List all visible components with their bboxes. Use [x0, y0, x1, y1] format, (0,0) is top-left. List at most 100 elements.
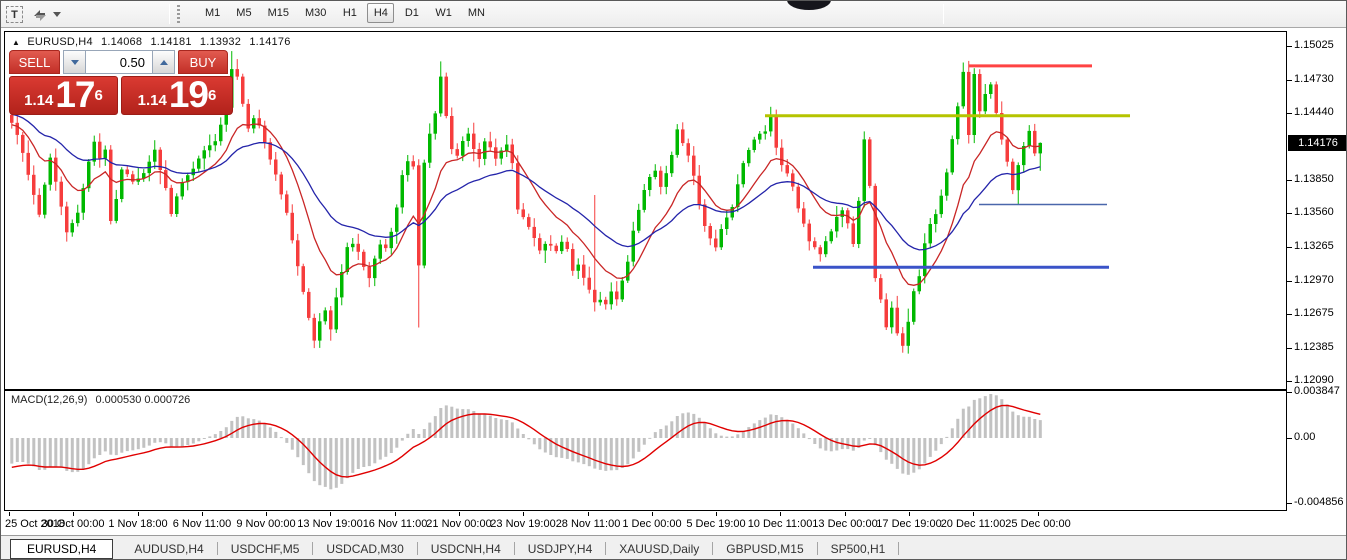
- timeframe-button-w1[interactable]: W1: [429, 3, 458, 23]
- top-toolbar: T M1 M5 M15 M30 H1 H4 D1 W1 MN: [1, 1, 1346, 28]
- macd-values: 0.000530 0.000726: [95, 394, 191, 406]
- one-click-trade-widget: SELL BUY 1.14 17 6 1.14 19 6: [9, 50, 233, 115]
- price-axis-label: 1.12675: [1294, 307, 1334, 320]
- chart-tab-usdcad[interactable]: USDCAD,M30: [313, 539, 416, 559]
- price-axis-label: 1.14440: [1294, 105, 1334, 118]
- down-arrow-icon: [70, 59, 79, 65]
- up-arrow-icon: [159, 59, 168, 65]
- sell-price-point: 6: [94, 87, 103, 104]
- price-axis-tick: [1287, 80, 1292, 81]
- macd-name: MACD(12,26,9): [11, 394, 88, 406]
- timeframe-buttons: M1 M5 M15 M30 H1 H4 D1 W1 MN: [199, 3, 491, 23]
- price-axis-label: 1.13265: [1294, 239, 1334, 252]
- timeframe-button-m30[interactable]: M30: [299, 3, 332, 23]
- timeframe-button-m15[interactable]: M15: [262, 3, 295, 23]
- time-axis-tick: [1038, 512, 1039, 516]
- price-axis-tick: [1287, 314, 1292, 315]
- buy-button[interactable]: BUY: [178, 50, 228, 74]
- price-axis-tick: [1287, 281, 1292, 282]
- time-axis-tick: [395, 512, 396, 516]
- timeframe-button-h4[interactable]: H4: [367, 3, 395, 23]
- timeframe-button-m5[interactable]: M5: [230, 3, 257, 23]
- ohlc-low: 1.13932: [199, 36, 242, 48]
- timeframe-button-h1[interactable]: H1: [336, 3, 363, 23]
- sell-price-prefix: 1.14: [24, 92, 54, 109]
- time-axis-tick: [652, 512, 653, 516]
- macd-histogram: [10, 394, 1042, 490]
- screen-blob: [787, 1, 831, 10]
- macd-axis-label: 0.00: [1294, 431, 1316, 443]
- volume-input[interactable]: [85, 50, 153, 74]
- price-axis-tick: [1287, 213, 1292, 214]
- chart-tab-audusd[interactable]: AUDUSD,H4: [121, 539, 216, 559]
- time-axis-tick: [266, 512, 267, 516]
- price-axis-tick: [1287, 247, 1292, 248]
- price-axis-label: 1.12970: [1294, 273, 1334, 286]
- time-axis-tick: [523, 512, 524, 516]
- price-axis-label: 1.12385: [1294, 340, 1334, 353]
- dropdown-caret-icon[interactable]: [53, 12, 61, 17]
- collapse-panel-icon[interactable]: ▲: [12, 38, 20, 47]
- time-axis[interactable]: 25 Oct 2018 30 Oct 00:00 1 Nov 18:00 6 Nov …: [4, 512, 1287, 534]
- price-axis-label: 1.13850: [1294, 173, 1334, 186]
- time-axis-tick: [845, 512, 846, 516]
- price-axis-tick: [1287, 180, 1292, 181]
- sell-button[interactable]: SELL: [9, 50, 60, 74]
- timeframe-button-m1[interactable]: M1: [199, 3, 226, 23]
- text-tool-icon[interactable]: T: [6, 6, 23, 23]
- trade-buttons-row: SELL BUY: [9, 50, 233, 74]
- macd-panel[interactable]: MACD(12,26,9) 0.000530 0.000726: [4, 390, 1287, 511]
- terminal-window: T M1 M5 M15 M30 H1 H4 D1 W1 MN ▲ EURUSD,H4 1.140…: [0, 0, 1347, 560]
- chart-tab-usdchf[interactable]: USDCHF,M5: [218, 539, 313, 559]
- time-axis-tick: [973, 512, 974, 516]
- chart-title: ▲ EURUSD,H4 1.14068 1.14181 1.13932 1.14…: [12, 36, 296, 48]
- price-chart-panel[interactable]: ▲ EURUSD,H4 1.14068 1.14181 1.13932 1.14…: [4, 31, 1287, 390]
- time-axis-tick: [716, 512, 717, 516]
- buy-price-pips: 19: [168, 74, 209, 115]
- ohlc-open: 1.14068: [101, 36, 143, 48]
- time-axis-tick: [9, 512, 10, 516]
- ohlc-close: 1.14176: [249, 36, 291, 48]
- timeframe-button-d1[interactable]: D1: [398, 3, 425, 23]
- macd-axis-label: -0.004856: [1294, 496, 1344, 508]
- macd-title: MACD(12,26,9) 0.000530 0.000726: [11, 394, 195, 406]
- time-axis-tick: [459, 512, 460, 516]
- chart-tab-usdcnh[interactable]: USDCNH,H4: [418, 539, 514, 559]
- buy-price-prefix: 1.14: [137, 92, 167, 109]
- sell-price-panel[interactable]: 1.14 17 6: [9, 76, 118, 115]
- timeframe-button-mn[interactable]: MN: [462, 3, 491, 23]
- chart-tab-sp500[interactable]: SP500,H1: [818, 539, 899, 559]
- price-axis-tick: [1287, 46, 1292, 47]
- time-axis-tick: [588, 512, 589, 516]
- volume-decrease-button[interactable]: [63, 50, 85, 74]
- time-axis-tick: [202, 512, 203, 516]
- macd-axis-label: 0.003847: [1294, 385, 1340, 397]
- tab-separator: [898, 542, 900, 555]
- macd-chart[interactable]: [5, 391, 1286, 510]
- price-axis-label: 1.15025: [1294, 38, 1334, 51]
- time-axis-tick: [138, 512, 139, 516]
- toolbar-separator: [169, 4, 170, 24]
- chart-tab-eurusd[interactable]: EURUSD,H4: [10, 538, 114, 559]
- toolbar-separator-2: [943, 4, 944, 24]
- time-axis-label: 25 Dec 00:00: [1005, 518, 1071, 530]
- chart-tab-xauusd[interactable]: XAUUSD,Daily: [606, 539, 712, 559]
- macd-axis-tick: [1287, 438, 1292, 439]
- time-axis-tick: [909, 512, 910, 516]
- buy-price-point: 6: [208, 87, 217, 104]
- chart-symbol-period: EURUSD,H4: [27, 36, 93, 48]
- current-price-tag: 1.14176: [1288, 134, 1346, 151]
- price-axis-label: 1.13560: [1294, 206, 1334, 219]
- macd-axis-tick: [1287, 503, 1292, 504]
- time-axis-tick: [73, 512, 74, 516]
- time-axis-tick: [330, 512, 331, 516]
- toolbar-grip[interactable]: [177, 5, 180, 23]
- price-axis-tick: [1287, 348, 1292, 349]
- buy-price-panel[interactable]: 1.14 19 6: [121, 76, 233, 115]
- chart-tab-usdjpy[interactable]: USDJPY,H4: [515, 539, 605, 559]
- time-axis-tick: [780, 512, 781, 516]
- chart-tabs-bar: EURUSD,H4 AUDUSD,H4 USDCHF,M5 USDCAD,M30 USD…: [1, 535, 1346, 559]
- volume-increase-button[interactable]: [153, 50, 175, 74]
- arrange-arrows-icon[interactable]: [31, 6, 48, 23]
- chart-tab-gbpusd[interactable]: GBPUSD,M15: [713, 539, 816, 559]
